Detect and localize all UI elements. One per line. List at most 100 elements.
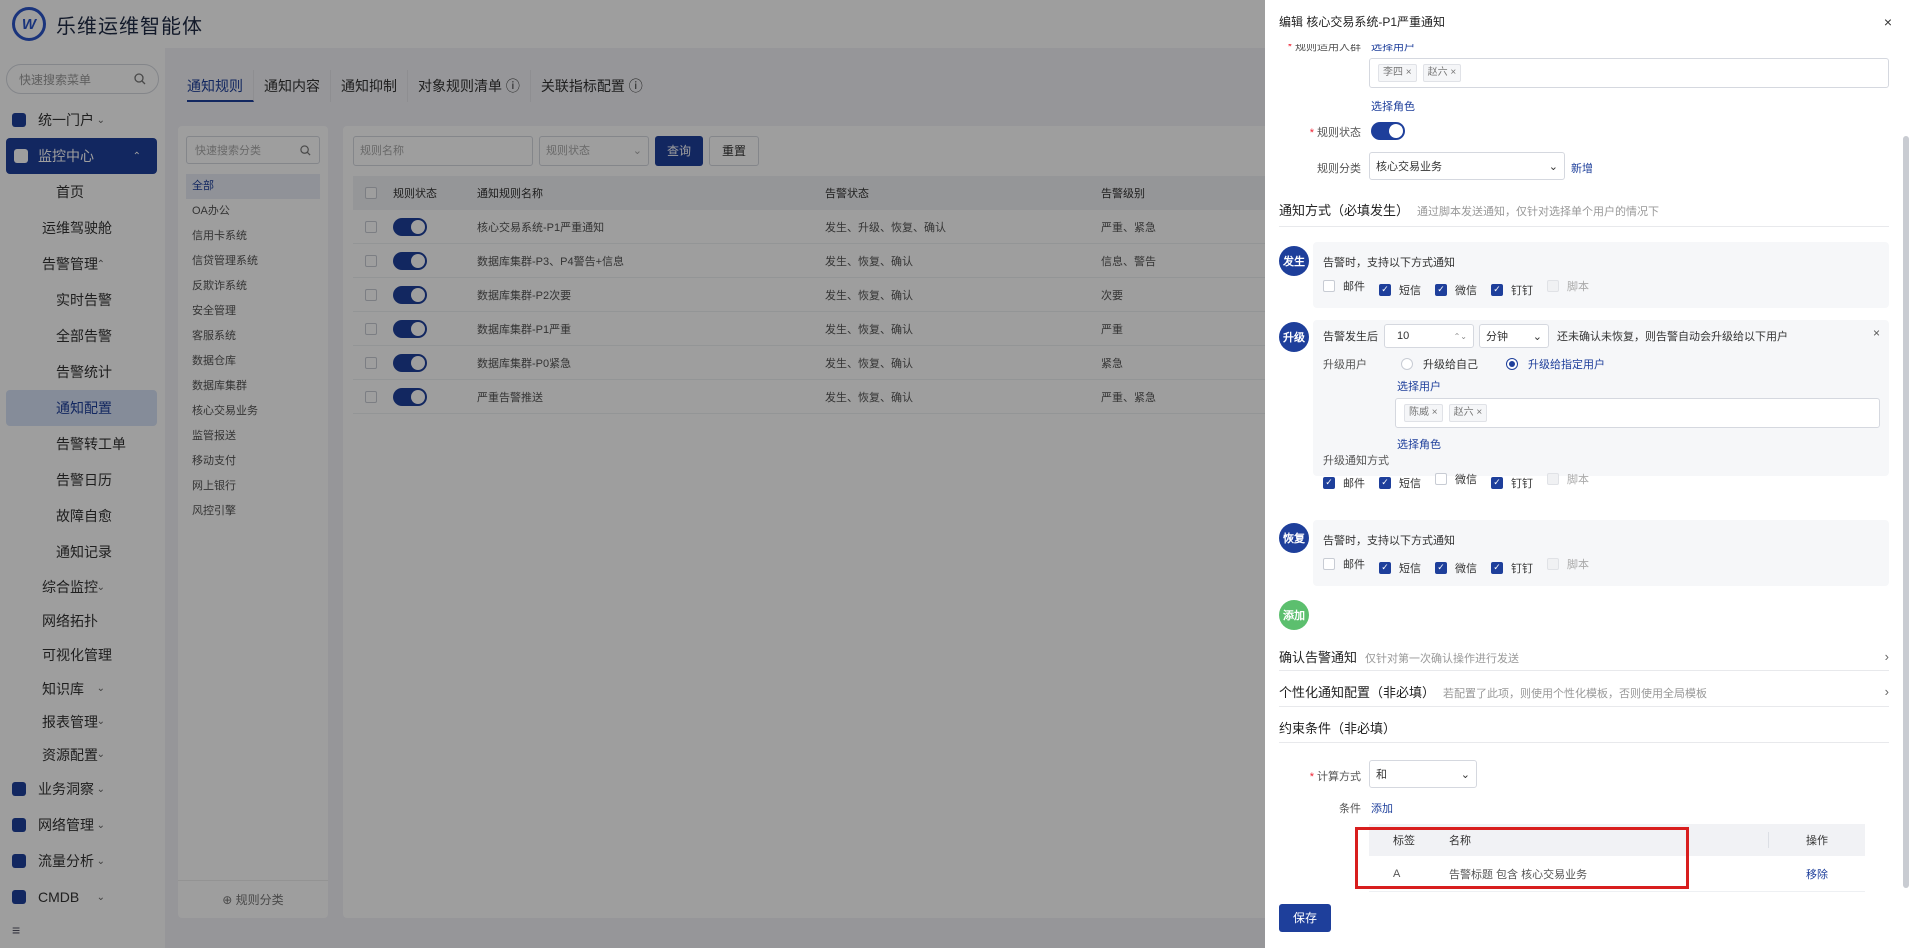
channel-checkbox[interactable]: 邮件 xyxy=(1323,556,1365,572)
escalate-tag-box[interactable]: 陈威 × 赵六 × xyxy=(1395,398,1880,428)
escalate-channel-label: 升级通知方式 xyxy=(1323,455,1389,467)
select-role-link[interactable]: 选择角色 xyxy=(1371,98,1415,114)
channel-label: 脚本 xyxy=(1567,559,1589,571)
channel-checkbox[interactable]: ✓ 邮件 xyxy=(1323,475,1365,491)
escalate-badge: 升级 xyxy=(1279,322,1309,352)
audience-tag[interactable]: 赵六 × xyxy=(1422,64,1462,82)
constraint-title: 约束条件（非必填） xyxy=(1279,721,1397,736)
checkbox-box: ✓ xyxy=(1379,283,1391,296)
recover-channels: 邮件 ✓ 短信 ✓ 微信 ✓ 钉钉 脚本 xyxy=(1323,556,1603,576)
notify-title: 通知方式（必填发生） xyxy=(1279,203,1410,218)
drawer-scrollbar[interactable] xyxy=(1903,136,1909,888)
escalate-select-user-link[interactable]: 选择用户 xyxy=(1397,378,1441,394)
radio-self[interactable]: 升级给自己 xyxy=(1401,356,1478,372)
checkbox-box: ✓ xyxy=(1435,561,1447,574)
checkbox-box xyxy=(1435,473,1447,485)
checkbox-box: ✓ xyxy=(1491,561,1503,574)
recover-hint: 告警时，支持以下方式通知 xyxy=(1323,535,1455,547)
checkbox-box: ✓ xyxy=(1435,283,1447,296)
close-icon[interactable]: × xyxy=(1884,14,1892,30)
checkbox-box: ✓ xyxy=(1491,283,1503,296)
channel-label: 微信 xyxy=(1455,474,1477,486)
drawer-title: 编辑 核心交易系统-P1严重通知 xyxy=(1279,15,1446,29)
escalate-radio-group: 升级给自己 升级给指定用户 xyxy=(1401,356,1633,373)
chevron-down-icon: ⌄ xyxy=(1532,330,1542,343)
checkbox-box xyxy=(1323,558,1335,570)
remove-condition-link[interactable]: 移除 xyxy=(1769,866,1865,882)
add-category-link[interactable]: 新增 xyxy=(1571,160,1593,176)
channel-label: 钉钉 xyxy=(1511,477,1533,490)
channel-label: 微信 xyxy=(1455,562,1477,575)
calc-select[interactable]: 和 ⌄ xyxy=(1369,760,1477,788)
checkbox-box: ✓ xyxy=(1379,476,1391,489)
occur-channels: 邮件 ✓ 短信 ✓ 微信 ✓ 钉钉 脚本 xyxy=(1323,278,1603,298)
channel-checkbox[interactable]: ✓ 短信 xyxy=(1379,282,1421,298)
audience-label: * 规则适用人群 xyxy=(1287,44,1361,53)
escalate-user-tag[interactable]: 赵六 × xyxy=(1448,404,1488,422)
channel-checkbox: 脚本 xyxy=(1547,556,1589,572)
checkbox-box: ✓ xyxy=(1491,476,1503,489)
modal-overlay[interactable] xyxy=(0,0,1265,948)
rule-status-toggle[interactable] xyxy=(1371,122,1405,140)
recover-step-box xyxy=(1313,520,1889,586)
channel-checkbox[interactable]: 邮件 xyxy=(1323,278,1365,294)
checkbox-box xyxy=(1547,558,1559,570)
chevron-down-icon: ⌄ xyxy=(1548,160,1558,173)
checkbox-box: ✓ xyxy=(1379,561,1391,574)
category-value: 核心交易业务 xyxy=(1376,161,1442,173)
escalate-user-tag[interactable]: 陈威 × xyxy=(1404,404,1443,422)
escalate-select-role-link[interactable]: 选择角色 xyxy=(1397,436,1441,452)
channel-label: 邮件 xyxy=(1343,281,1365,293)
channel-checkbox[interactable]: ✓ 钉钉 xyxy=(1491,560,1533,576)
escalate-minutes-stepper[interactable]: 10 ⌃⌄ xyxy=(1384,324,1474,348)
drawer-body[interactable]: * 规则适用人群 选择用户 李四 × 赵六 × 选择角色 * 规则状态 规则分类 核… xyxy=(1265,44,1912,948)
radio-target-user[interactable]: 升级给指定用户 xyxy=(1506,356,1605,372)
personal-notify-row[interactable]: 个性化通知配置（非必填） 若配置了此项，则使用个性化模板，否则使用全局模板 › xyxy=(1279,682,1889,701)
channel-label: 脚本 xyxy=(1567,281,1589,293)
checkbox-box xyxy=(1547,473,1559,485)
occur-step-box xyxy=(1313,242,1889,308)
channel-label: 短信 xyxy=(1399,562,1421,575)
notify-subtitle: 通过脚本发送通知，仅针对选择单个用户的情况下 xyxy=(1417,206,1660,218)
category-select[interactable]: 核心交易业务 ⌄ xyxy=(1369,152,1565,180)
audience-tag[interactable]: 李四 × xyxy=(1378,64,1417,82)
channel-checkbox[interactable]: ✓ 钉钉 xyxy=(1491,475,1533,491)
escalate-user-label: 升级用户 xyxy=(1323,359,1367,371)
divider xyxy=(1279,670,1889,671)
escalate-after-label: 告警发生后 xyxy=(1323,331,1378,343)
highlight-box xyxy=(1355,827,1689,889)
add-step-button[interactable]: 添加 xyxy=(1279,600,1309,630)
channel-checkbox[interactable]: ✓ 钉钉 xyxy=(1491,282,1533,298)
cond-header-action: 操作 xyxy=(1806,835,1828,847)
add-condition-link[interactable]: 添加 xyxy=(1371,800,1393,816)
edit-rule-drawer: 编辑 核心交易系统-P1严重通知 × * 规则适用人群 选择用户 李四 × 赵六 … xyxy=(1265,0,1912,948)
radio-dot xyxy=(1401,358,1413,370)
checkbox-box xyxy=(1547,280,1559,292)
save-button[interactable]: 保存 xyxy=(1279,904,1332,932)
confirm-subtitle: 仅针对第一次确认操作进行发送 xyxy=(1365,653,1520,665)
stepper-arrows-icon[interactable]: ⌃⌄ xyxy=(1454,332,1467,341)
channel-checkbox: 脚本 xyxy=(1547,471,1589,487)
confirm-notify-row[interactable]: 确认告警通知 仅针对第一次确认操作进行发送 › xyxy=(1279,647,1889,666)
escalate-unit-select[interactable]: 分钟 ⌄ xyxy=(1479,324,1549,348)
channel-checkbox[interactable]: ✓ 短信 xyxy=(1379,475,1421,491)
channel-label: 微信 xyxy=(1455,284,1477,297)
chevron-right-icon: › xyxy=(1884,684,1889,699)
channel-checkbox: 脚本 xyxy=(1547,278,1589,294)
audience-tag-box[interactable]: 李四 × 赵六 × xyxy=(1369,58,1889,88)
select-user-link[interactable]: 选择用户 xyxy=(1371,44,1415,54)
divider xyxy=(1279,706,1889,707)
personal-subtitle: 若配置了此项，则使用个性化模板，否则使用全局模板 xyxy=(1443,688,1708,700)
remove-step-icon[interactable]: × xyxy=(1873,326,1880,340)
channel-label: 脚本 xyxy=(1567,474,1589,486)
escalate-minutes-value: 10 xyxy=(1397,330,1410,342)
condition-label: 条件 xyxy=(1339,803,1361,815)
divider xyxy=(1279,226,1889,227)
channel-checkbox[interactable]: ✓ 短信 xyxy=(1379,560,1421,576)
checkbox-box: ✓ xyxy=(1323,476,1335,489)
channel-checkbox[interactable]: ✓ 微信 xyxy=(1435,282,1477,298)
channel-checkbox[interactable]: ✓ 微信 xyxy=(1435,560,1477,576)
channel-label: 邮件 xyxy=(1343,559,1365,571)
channel-checkbox[interactable]: 微信 xyxy=(1435,471,1477,487)
calc-label: * 计算方式 xyxy=(1309,771,1361,783)
